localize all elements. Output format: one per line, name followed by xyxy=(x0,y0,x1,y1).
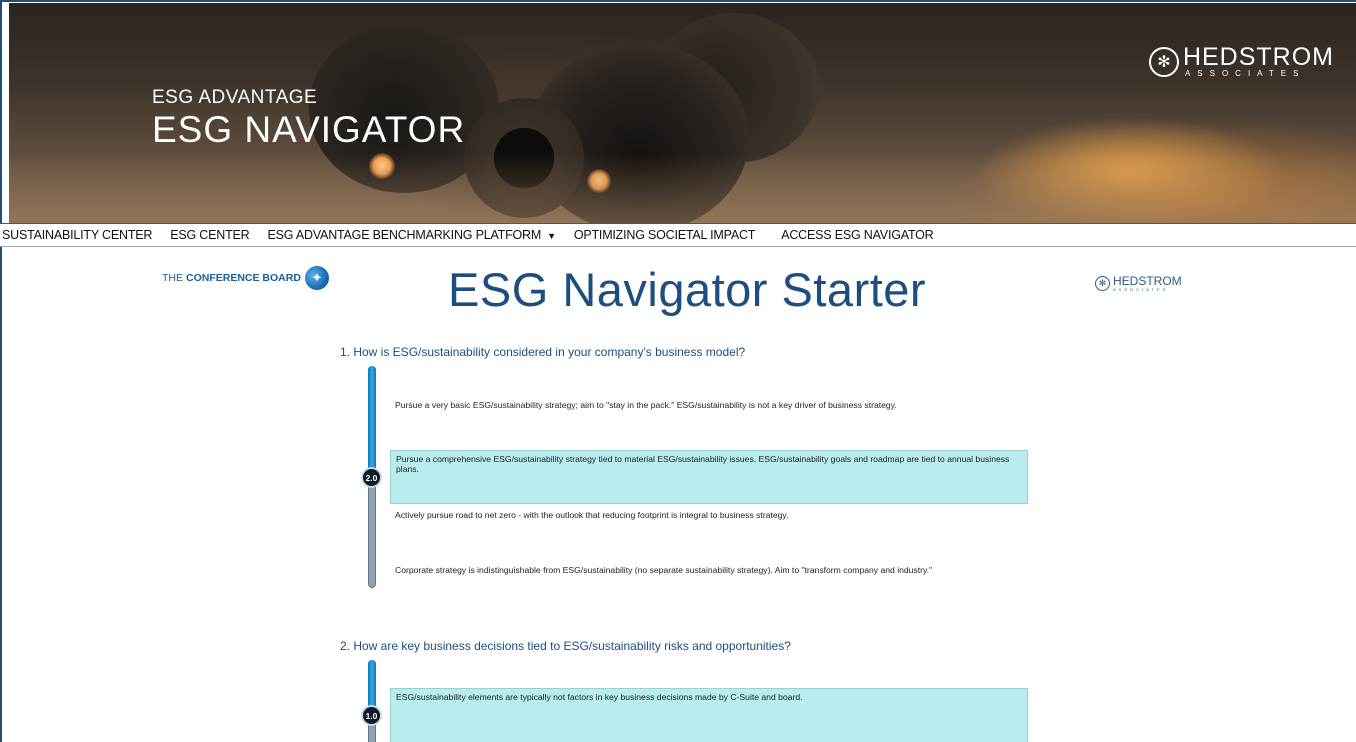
compass-icon: ✻ xyxy=(1148,47,1179,77)
nav-item-sustainability-center[interactable]: SUSTAINABILITY CENTER xyxy=(2,228,152,242)
hedstrom-logo[interactable]: ✻ HEDSTROM ASSOCIATES xyxy=(1148,43,1334,79)
question-1-slider-handle[interactable]: 2.0 xyxy=(361,467,382,488)
question-2-slider-fill xyxy=(368,660,376,710)
cb-logo-prefix: THE xyxy=(162,272,183,284)
question-1-option-4[interactable]: Corporate strategy is indistinguishable … xyxy=(390,562,1028,578)
swirl-icon: ✦ xyxy=(304,266,329,290)
hedstrom-logo-sub: ASSOCIATES xyxy=(1184,69,1306,78)
question-1-text: 1. How is ESG/sustainability considered … xyxy=(340,345,746,359)
question-2-slider-track[interactable] xyxy=(368,660,376,742)
nav-item-optimizing-societal-impact[interactable]: OPTIMIZING SOCIETAL IMPACT xyxy=(574,228,756,242)
banner-title-block: ESG ADVANTAGE ESG NAVIGATOR xyxy=(152,87,465,151)
hedstrom-small-logo[interactable]: ✻ HEDSTROM ASSOCIATES xyxy=(1095,275,1182,292)
cb-logo-name: CONFERENCE BOARD xyxy=(186,272,301,284)
nav-item-label: ESG ADVANTAGE BENCHMARKING PLATFORM xyxy=(267,228,542,242)
conference-board-logo[interactable]: THE CONFERENCE BOARD ✦ xyxy=(162,266,329,290)
question-1-slider-fill xyxy=(368,366,376,478)
nav-item-esg-center[interactable]: ESG CENTER xyxy=(170,228,249,242)
hero-banner: ESG ADVANTAGE ESG NAVIGATOR ✻ HEDSTROM A… xyxy=(9,3,1356,223)
caret-down-icon: ▼ xyxy=(547,231,556,241)
question-2-option-1-selected[interactable]: ESG/sustainability elements are typicall… xyxy=(390,688,1028,742)
question-2-slider-handle[interactable]: 1.0 xyxy=(361,705,382,726)
banner-floor xyxy=(9,153,1356,223)
hedstrom-small-sub: ASSOCIATES xyxy=(1113,287,1169,292)
question-1-option-1[interactable]: Pursue a very basic ESG/sustainability s… xyxy=(390,397,1028,413)
banner-subtitle: ESG ADVANTAGE xyxy=(152,87,318,108)
question-2-text: 2. How are key business decisions tied t… xyxy=(340,639,791,653)
banner-title: ESG NAVIGATOR xyxy=(152,109,466,150)
question-1-option-2-selected[interactable]: Pursue a comprehensive ESG/sustainabilit… xyxy=(390,450,1028,504)
nav-item-access-esg-navigator[interactable]: ACCESS ESG NAVIGATOR xyxy=(781,228,933,242)
hedstrom-logo-name: HEDSTROM xyxy=(1182,43,1334,71)
page-title: ESG Navigator Starter xyxy=(448,263,927,316)
question-1-option-3[interactable]: Actively pursue road to net zero - with … xyxy=(390,507,1028,523)
nav-item-benchmarking-platform[interactable]: ESG ADVANTAGE BENCHMARKING PLATFORM ▼ xyxy=(267,228,557,242)
compass-icon: ✻ xyxy=(1095,276,1110,291)
main-nav: SUSTAINABILITY CENTER ESG CENTER ESG ADV… xyxy=(0,223,1356,247)
hedstrom-small-name: HEDSTROM xyxy=(1113,274,1182,288)
